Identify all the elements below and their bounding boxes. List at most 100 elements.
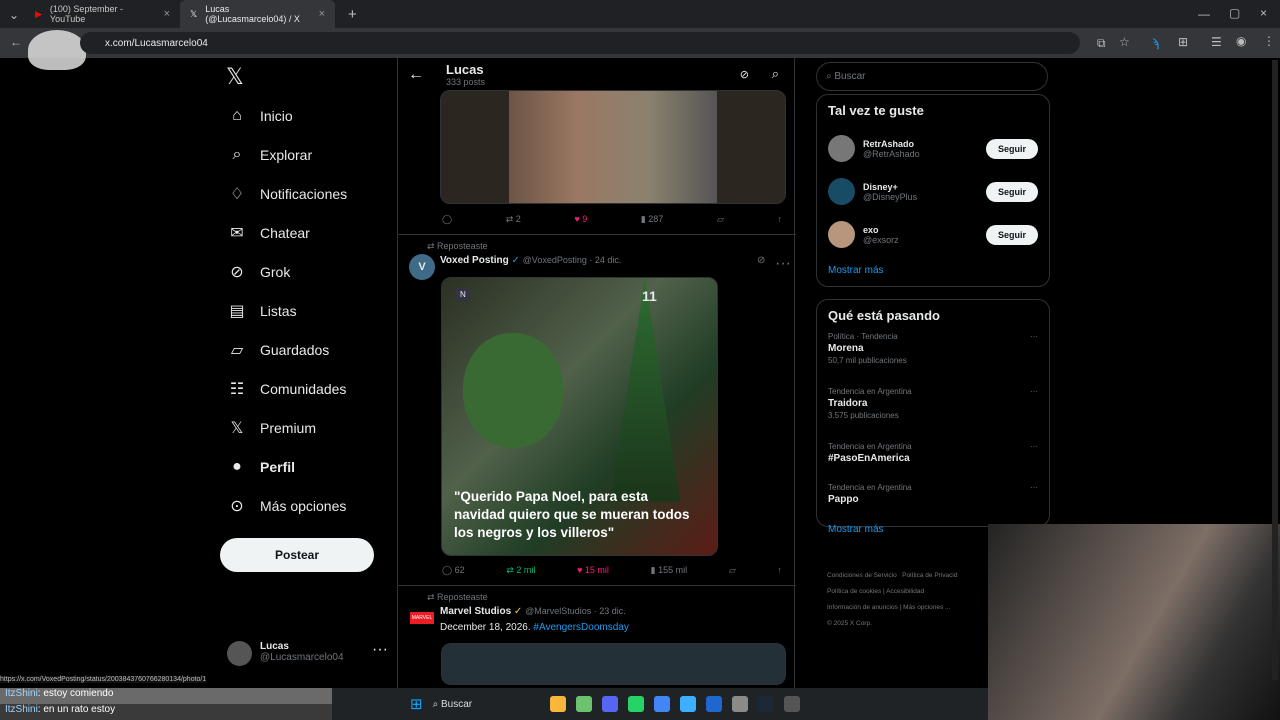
notes-icon[interactable] — [576, 696, 593, 712]
media-controls-icon[interactable]: ☰ — [1211, 35, 1222, 49]
store-icon[interactable] — [706, 696, 723, 712]
follow-button[interactable]: Seguir — [986, 224, 1038, 245]
reply-icon[interactable]: ◯ — [442, 214, 452, 225]
sidebar-item-premium[interactable]: 𝕏 Premium — [220, 408, 396, 447]
trend-item[interactable]: Tendencia en Argentina Traidora 3.575 publ… — [828, 387, 1038, 428]
close-icon[interactable]: × — [319, 8, 325, 20]
post-button[interactable]: Postear — [220, 538, 374, 572]
search-placeholder: Buscar — [834, 71, 866, 82]
extension-icon[interactable]: ϡ — [1152, 36, 1159, 50]
footer-link[interactable]: Política de Privacid — [902, 572, 957, 579]
maximize-icon[interactable]: ▢ — [1229, 6, 1240, 20]
taskbar-search[interactable]: ⌕ Buscar — [433, 699, 473, 710]
share-icon[interactable]: ↑ — [777, 565, 782, 576]
whatsapp-icon[interactable] — [628, 696, 645, 712]
repost-button[interactable]: ⇄ 2 mil — [506, 565, 535, 576]
views-button[interactable]: ▮ 155 mil — [651, 565, 687, 576]
media-card[interactable] — [441, 643, 786, 685]
steam-icon[interactable] — [758, 696, 775, 712]
sidebar-item-chatear[interactable]: ✉ Chatear — [220, 213, 396, 252]
minimize-icon[interactable]: — — [1198, 7, 1210, 21]
views-button[interactable]: ▮ 287 — [641, 214, 663, 225]
tweet-author[interactable]: Marvel Studios — [440, 606, 511, 617]
tweet-handle[interactable]: @MarvelStudios · 23 dic. — [525, 606, 626, 616]
new-tab-icon[interactable]: + — [348, 6, 357, 23]
more-dots-icon[interactable]: ··· — [1030, 332, 1038, 341]
sidebar-item-mas-opciones[interactable]: ⊙ Más opciones — [220, 486, 396, 525]
back-arrow-icon[interactable]: ← — [408, 66, 424, 84]
window-close-icon[interactable]: × — [1260, 6, 1267, 20]
more-dots-icon[interactable]: ··· — [775, 255, 791, 273]
reply-button[interactable]: ◯ 62 — [442, 565, 465, 576]
more-dots-icon[interactable]: ··· — [372, 641, 388, 659]
extensions-puzzle-icon[interactable]: ⊞ — [1178, 35, 1188, 49]
trend-item[interactable]: Tendencia en Argentina Pappo ··· — [828, 483, 1038, 524]
account-switcher[interactable]: Lucas @Lucasmarcelo04 ··· — [227, 641, 388, 666]
suggestion-item[interactable]: exo @exsorz Seguir — [828, 213, 1038, 256]
search-icon[interactable]: ⌕ — [772, 66, 779, 82]
back-icon[interactable]: ← — [10, 35, 22, 49]
footer-link[interactable]: Accesibilidad — [886, 588, 924, 595]
app-icon[interactable] — [680, 696, 697, 712]
repost-button[interactable]: ⇄ 2 — [506, 214, 521, 225]
image-badge: N — [456, 288, 470, 301]
sidebar-item-inicio[interactable]: ⌂ Inicio — [220, 96, 396, 135]
cat-overlay-image — [28, 30, 86, 70]
show-more-link[interactable]: Mostrar más — [828, 265, 1038, 276]
grok-icon[interactable]: ⊘ — [757, 255, 765, 266]
follow-button[interactable]: Seguir — [986, 138, 1038, 159]
sidebar-item-perfil[interactable]: ● Perfil — [220, 447, 396, 486]
sidebar-item-explorar[interactable]: ⌕ Explorar — [220, 135, 396, 174]
sidebar-item-label: Guardados — [260, 341, 330, 358]
sidebar-item-listas[interactable]: ▤ Listas — [220, 291, 396, 330]
media-card[interactable]: N 11 "Querido Papa Noel, para esta navid… — [441, 277, 718, 556]
obs-icon[interactable] — [732, 696, 749, 712]
windows-start-icon[interactable]: ⊞ — [410, 695, 423, 713]
home-icon: ⌂ — [232, 106, 242, 124]
hashtag-link[interactable]: #AvengersDoomsday — [533, 622, 628, 633]
menu-dots-icon[interactable]: ⋮ — [1263, 34, 1275, 48]
marvel-logo-icon[interactable]: MARVEL — [410, 612, 434, 624]
more-dots-icon[interactable]: ··· — [1030, 387, 1038, 396]
media-card[interactable] — [440, 90, 786, 204]
install-icon[interactable]: ⧉ — [1097, 36, 1106, 51]
sidebar-item-notificaciones[interactable]: ♢ Notificaciones — [220, 174, 396, 213]
like-button[interactable]: ♥ 15 mil — [577, 565, 609, 576]
folder-icon[interactable] — [550, 696, 567, 712]
sidebar-item-grok[interactable]: ⊘ Grok — [220, 252, 396, 291]
bookmark-icon[interactable]: ▱ — [729, 565, 736, 576]
tweet-author[interactable]: Voxed Posting — [440, 255, 509, 266]
scrollbar[interactable] — [1272, 60, 1278, 680]
close-icon[interactable]: × — [164, 8, 170, 20]
discord-icon[interactable] — [602, 696, 619, 712]
suggestion-item[interactable]: Disney+ @DisneyPlus Seguir — [828, 170, 1038, 213]
follow-button[interactable]: Seguir — [986, 181, 1038, 202]
avatar[interactable]: V — [409, 254, 435, 280]
capcut-icon[interactable] — [784, 696, 801, 712]
more-dots-icon[interactable]: ··· — [1030, 442, 1038, 451]
grok-icon[interactable]: ⊘ — [740, 68, 749, 81]
sidebar-item-guardados[interactable]: ▱ Guardados — [220, 330, 396, 369]
tweet-handle[interactable]: @VoxedPosting · 24 dic. — [523, 255, 622, 265]
tab-list-icon[interactable]: ⌄ — [9, 8, 19, 22]
post-image — [509, 91, 717, 203]
bookmark-icon[interactable]: ▱ — [717, 214, 724, 225]
sidebar-item-comunidades[interactable]: ☷ Comunidades — [220, 369, 396, 408]
url-field[interactable]: x.com/Lucasmarcelo04 — [80, 32, 1080, 54]
tab-youtube[interactable]: ▶ (100) September - YouTube × — [25, 0, 180, 28]
footer-link[interactable]: Política de cookies — [827, 588, 881, 595]
footer-link[interactable]: Información de anuncios — [827, 604, 898, 611]
more-dots-icon[interactable]: ··· — [1030, 483, 1038, 492]
search-input[interactable]: ⌕ Buscar — [816, 62, 1048, 91]
like-button[interactable]: ♥ 9 — [574, 214, 587, 225]
footer-link[interactable]: Más opciones ... — [903, 604, 950, 611]
share-icon[interactable]: ↑ — [777, 214, 782, 225]
suggestion-item[interactable]: RetrAshado @RetrAshado Seguir — [828, 127, 1038, 170]
tab-x-profile[interactable]: 𝕏 Lucas (@Lucasmarcelo04) / X × — [180, 0, 335, 28]
trend-item[interactable]: Tendencia en Argentina #PasoEnAmerica ··· — [828, 442, 1038, 483]
profile-icon[interactable]: ◉ — [1236, 34, 1246, 48]
chrome-icon[interactable] — [654, 696, 671, 712]
trend-item[interactable]: Política · Tendencia Morena 50,7 mil publi… — [828, 332, 1038, 373]
bookmark-star-icon[interactable]: ☆ — [1119, 35, 1130, 49]
footer-link[interactable]: Condiciones de Servicio — [827, 572, 897, 579]
